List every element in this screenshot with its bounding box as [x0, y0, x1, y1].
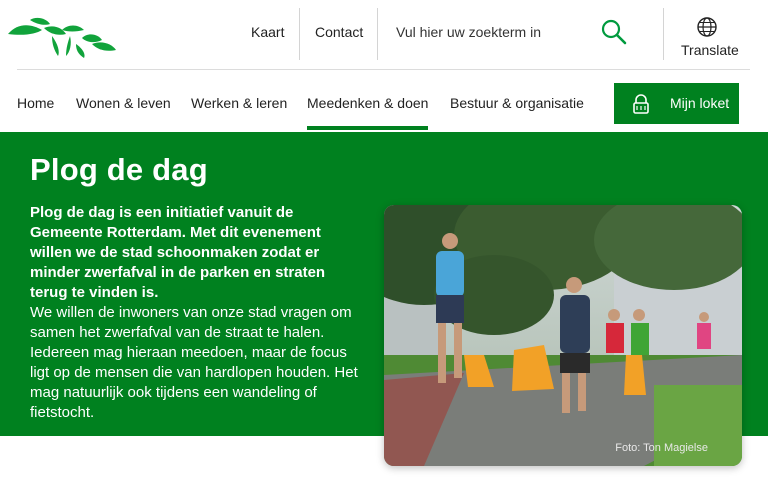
globe-icon[interactable]: [696, 16, 718, 38]
runners-photo: [384, 205, 742, 466]
mijn-loket-label: Mijn loket: [670, 95, 730, 111]
nav-item-home[interactable]: Home: [17, 95, 54, 111]
mijn-loket-button[interactable]: Mijn loket: [614, 83, 739, 124]
contact-link[interactable]: Contact: [315, 24, 363, 40]
nav-item-bestuur-organisatie[interactable]: Bestuur & organisatie: [450, 95, 584, 111]
nav-item-meedenken-doen[interactable]: Meedenken & doen: [307, 95, 428, 111]
hero-photo: Foto: Ton Magielse: [384, 205, 742, 466]
search-input[interactable]: Vul hier uw zoekterm in: [396, 24, 541, 40]
divider: [663, 8, 664, 60]
intro-lead: Plog de dag is een initiatief vanuit de …: [30, 204, 326, 301]
kaart-link[interactable]: Kaart: [251, 24, 284, 40]
divider: [377, 8, 378, 60]
search-icon[interactable]: [600, 18, 628, 46]
lock-icon: [633, 94, 649, 114]
page-title: Plog de dag: [30, 152, 208, 187]
top-bar: Kaart Contact Vul hier uw zoekterm in Tr…: [0, 0, 768, 70]
nav-item-werken-leren[interactable]: Werken & leren: [191, 95, 287, 111]
photo-credit: Foto: Ton Magielse: [615, 442, 708, 454]
divider: [299, 8, 300, 60]
nav-item-wonen-leven[interactable]: Wonen & leven: [76, 95, 171, 111]
active-nav-indicator: [307, 126, 428, 130]
rotterdam-logo[interactable]: [6, 14, 118, 58]
translate-button[interactable]: Translate: [681, 42, 739, 58]
main-nav: Home Wonen & leven Werken & leren Meeden…: [0, 70, 768, 132]
intro-body: We willen de inwoners van onze stad vrag…: [30, 304, 358, 421]
